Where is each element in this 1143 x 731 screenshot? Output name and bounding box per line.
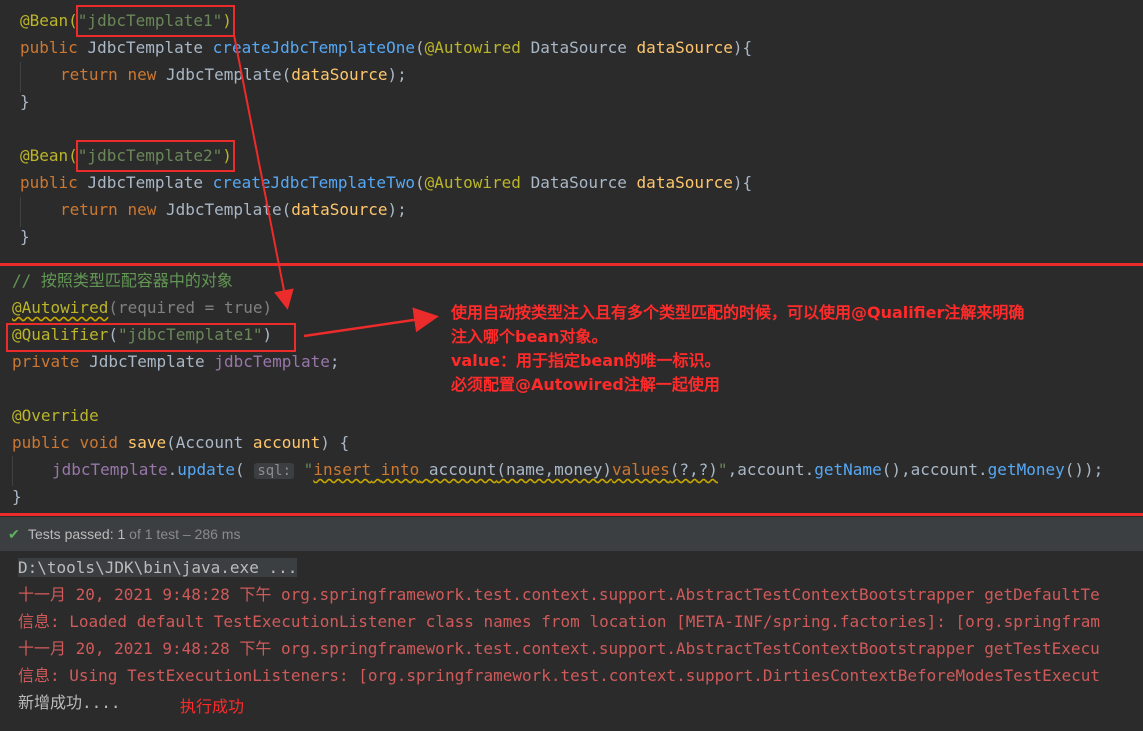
check-icon: ✔ [8,526,20,542]
arrow-bean-to-qualifier [233,34,294,310]
success-note: 执行成功 [180,697,245,716]
separator-line [0,513,1143,516]
console-line: 信息: Using TestExecutionListeners: [org.s… [18,666,1100,685]
console-line: D:\tools\JDK\bin\java.exe ... [18,558,298,577]
run-console[interactable]: D:\tools\JDK\bin\java.exe ... 十一月 20, 20… [0,551,1143,731]
console-line: 信息: Loaded default TestExecutionListener… [18,612,1100,631]
console-line: 十一月 20, 2021 9:48:28 下午 org.springframew… [18,639,1100,658]
arrow-qualifier-to-note [303,307,439,338]
test-status-text: Tests passed: 1 of 1 test – 286 ms [28,526,241,542]
console-line: 新增成功.... [18,693,121,712]
console-line: 十一月 20, 2021 9:48:28 下午 org.springframew… [18,585,1100,604]
test-status-bar: ✔ Tests passed: 1 of 1 test – 286 ms [0,517,1143,551]
